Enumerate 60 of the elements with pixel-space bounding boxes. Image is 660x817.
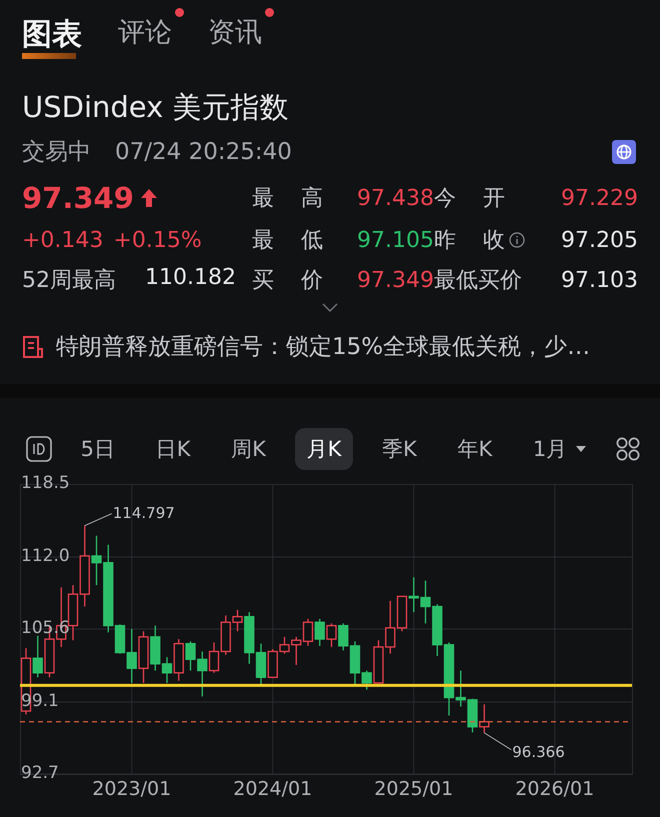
stat-label: 最 低 [252,227,324,255]
chevron-down-icon[interactable] [322,303,338,313]
stat-label: 今 开 [434,185,506,213]
candlestick [467,698,478,732]
notification-dot [175,8,184,17]
tab[interactable]: 资讯 [208,8,274,54]
x-axis-label: 2024/01 [233,778,312,800]
price-annotation: 114.797 [112,504,175,522]
tab[interactable]: 评论 [118,8,184,54]
stat-label: 买 价 [252,267,324,295]
instrument-title: USDindex 美元指数 [22,89,290,126]
candlestick [302,618,314,646]
price-change: +0.143 [22,228,104,252]
intraday-icon[interactable] [26,436,52,462]
percent-change: +0.15% [113,228,202,252]
candlestick [420,580,431,624]
candlestick [408,577,419,612]
stat-value: 97.438 [356,186,434,210]
stat-label: 最 高 [252,185,324,213]
news-headline[interactable]: 特朗普释放重磅信号：锁定15%全球最低关税，少… [56,331,590,362]
stat-value: 97.229 [560,186,638,210]
x-axis-label: 2026/01 [515,778,594,800]
last-price: 97.349 [22,181,252,215]
grid-icon[interactable] [616,437,640,461]
y-axis-label: 92.7 [21,763,59,783]
price-annotation: 96.366 [512,742,565,761]
candlestick [314,618,325,646]
candlestick [326,623,337,647]
period-tab[interactable]: 年K [445,428,504,470]
candlestick [432,604,442,656]
stat-label: 昨 收 [434,225,558,255]
leader-line [84,513,112,526]
info-icon[interactable] [509,232,525,248]
stat-value: 110.182 [145,265,236,292]
quote-time: 07/24 20:25:40 [115,138,292,164]
stat-label: 最低买价 [434,267,523,295]
notification-dot [265,8,274,17]
arrow-up-icon [140,188,158,208]
period-tab[interactable]: 季K [370,428,429,470]
caret-icon [575,445,588,453]
stat-value: 97.349 [356,268,434,292]
stat-value: 97.105 [356,228,434,252]
period-tab[interactable]: 周K [219,428,278,470]
period-dropdown[interactable]: 1月 [520,428,600,470]
document-icon [22,334,44,358]
stat-value: 97.103 [560,268,638,292]
x-axis-label: 2023/01 [92,778,172,800]
trading-status: 交易中 [22,138,91,167]
stat-label: 52周最高 [22,267,116,295]
period-tab[interactable]: 日K [144,428,202,470]
period-tab[interactable]: 5日 [68,428,128,470]
y-axis-label: 118.5 [21,473,70,493]
stat-value: 97.205 [560,228,638,252]
leader-line [484,732,512,750]
y-axis-label: 112.0 [21,546,70,566]
globe-icon[interactable] [612,140,636,164]
period-tab[interactable]: 月K [294,428,354,470]
candlestick [138,631,149,683]
candlestick [479,704,490,733]
x-axis-label: 2025/01 [374,778,454,800]
